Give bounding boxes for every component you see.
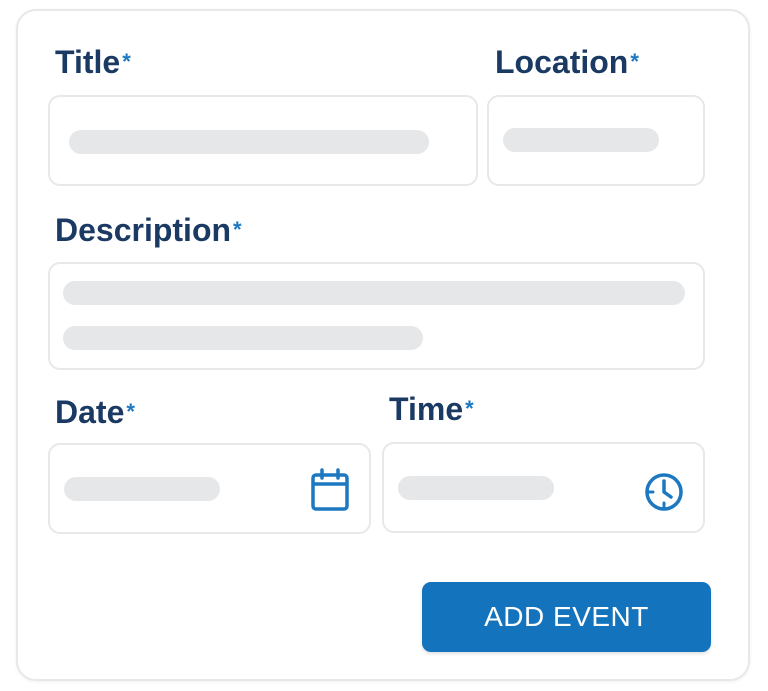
placeholder-bar: [398, 476, 554, 500]
required-marker: *: [630, 49, 639, 74]
placeholder-bar: [503, 128, 659, 152]
placeholder-bar: [64, 477, 220, 501]
required-marker: *: [465, 396, 474, 421]
add-event-button[interactable]: ADD EVENT: [422, 582, 711, 652]
placeholder-bar: [63, 326, 423, 350]
placeholder-bar: [63, 281, 685, 305]
date-label: Date*: [55, 394, 135, 430]
title-input[interactable]: [48, 95, 478, 186]
time-label: Time*: [389, 391, 474, 427]
title-label: Title*: [55, 44, 131, 80]
required-marker: *: [122, 49, 131, 74]
required-marker: *: [233, 217, 242, 242]
location-label: Location*: [495, 44, 639, 80]
description-label: Description*: [55, 212, 242, 248]
location-input[interactable]: [487, 95, 705, 186]
clock-icon[interactable]: [642, 470, 686, 514]
time-input[interactable]: [382, 442, 705, 533]
date-input[interactable]: [48, 443, 371, 534]
calendar-icon[interactable]: [310, 468, 350, 512]
required-marker: *: [126, 399, 135, 424]
description-textarea[interactable]: [48, 262, 705, 370]
placeholder-bar: [69, 130, 429, 154]
